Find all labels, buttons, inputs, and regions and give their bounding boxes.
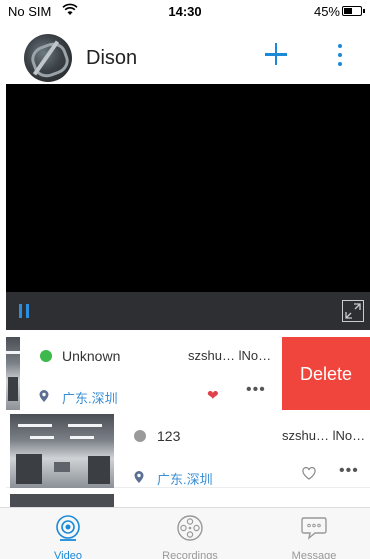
- fullscreen-button[interactable]: [342, 300, 364, 322]
- video-controls-bar: [6, 292, 370, 330]
- device-location: 广东.深圳: [62, 391, 118, 406]
- device-row[interactable]: [6, 490, 370, 507]
- device-options-button[interactable]: •••: [339, 462, 359, 480]
- location-pin-icon: [134, 471, 144, 483]
- device-row[interactable]: Unknown szshu… lNo… 广东.深圳 ❤ ••• Delete: [6, 333, 370, 411]
- favorite-heart-outline-icon[interactable]: [302, 466, 316, 483]
- film-reel-icon: [177, 515, 203, 541]
- tab-message[interactable]: Message: [254, 512, 370, 559]
- device-row[interactable]: 123 szshu… lNo… 广东.深圳 •••: [6, 410, 370, 488]
- device-id: szshu… lNo…: [282, 428, 366, 443]
- pause-button[interactable]: [18, 304, 32, 320]
- device-thumbnail[interactable]: [10, 414, 114, 488]
- battery-icon: [342, 6, 365, 16]
- add-device-button[interactable]: [262, 40, 290, 68]
- status-bar: No SIM 14:30 45%: [0, 0, 370, 22]
- favorite-heart-icon[interactable]: ❤: [207, 387, 219, 404]
- device-id: szshu… lNo…: [188, 348, 272, 363]
- status-dot: [134, 430, 146, 442]
- camera-icon: [56, 515, 80, 541]
- tab-label: Message: [291, 550, 337, 559]
- device-thumbnail[interactable]: [10, 494, 114, 507]
- device-list: Unknown szshu… lNo… 广东.深圳 ❤ ••• Delete 1…: [6, 330, 370, 507]
- device-options-button[interactable]: •••: [246, 381, 266, 399]
- expand-icon: [345, 303, 361, 319]
- device-location: 广东.深圳: [157, 472, 213, 487]
- avatar[interactable]: [24, 34, 72, 82]
- tab-bar: Video Recordings Message: [0, 507, 370, 559]
- tab-recordings[interactable]: Recordings: [130, 512, 250, 559]
- device-thumbnail[interactable]: [6, 337, 20, 411]
- status-dot: [40, 350, 52, 362]
- tab-video[interactable]: Video: [8, 512, 128, 559]
- video-player[interactable]: [6, 84, 370, 330]
- app-header: Dison: [0, 22, 370, 82]
- device-name: Unknown: [62, 348, 121, 364]
- delete-button[interactable]: Delete: [282, 337, 370, 411]
- tab-label: Video: [54, 550, 82, 559]
- username: Dison: [86, 47, 138, 69]
- device-name: 123: [157, 428, 181, 444]
- more-menu-button[interactable]: [332, 42, 348, 68]
- battery-percentage: 45%: [313, 4, 340, 19]
- location-pin-icon: [39, 390, 49, 402]
- chat-bubble-icon: [301, 517, 327, 540]
- tab-label: Recordings: [162, 550, 218, 559]
